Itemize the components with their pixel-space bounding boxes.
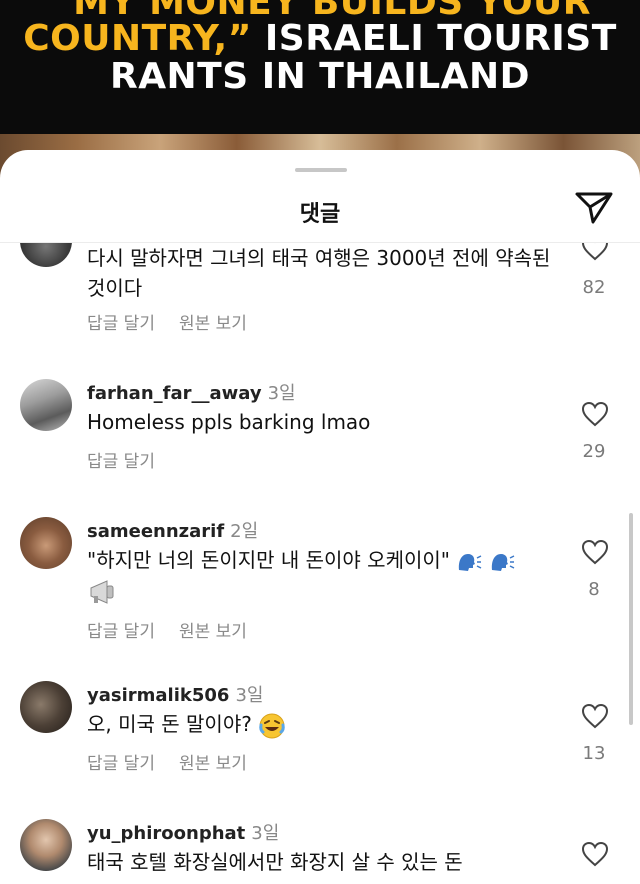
- video-headline-line2: COUNTRY,” ISRAELI TOURIST: [0, 18, 640, 59]
- comment-text: 태국 호텔 화장실에서만 화장지 살 수 있는 돈: [87, 850, 463, 874]
- drag-handle[interactable]: [295, 168, 347, 172]
- video-headline-line3: RANTS IN THAILAND: [109, 56, 531, 97]
- comment-actions: 답글 달기 원본 보기: [87, 309, 247, 334]
- comment-meta: sameennzarif 2일: [87, 517, 258, 543]
- avatar[interactable]: [20, 243, 72, 267]
- see-original-button[interactable]: 원본 보기: [179, 622, 247, 642]
- reply-button[interactable]: 답글 달기: [87, 754, 155, 774]
- comment-actions: 답글 달기: [87, 447, 155, 472]
- comment-time: 3일: [235, 685, 264, 706]
- avatar[interactable]: [20, 379, 72, 431]
- speaking-head-emoji-icon: [491, 553, 515, 571]
- megaphone-emoji-icon: [90, 579, 114, 604]
- paper-plane-icon[interactable]: [572, 188, 616, 228]
- sheet-title: 댓글: [299, 202, 341, 227]
- see-original-button[interactable]: 원본 보기: [179, 754, 247, 774]
- heart-icon[interactable]: [581, 539, 609, 565]
- comments-list[interactable]: 다시 말하자면 그녀의 태국 여행은 3000년 전에 약속된 것이다 답글 달…: [0, 243, 640, 884]
- reply-button[interactable]: 답글 달기: [87, 452, 155, 472]
- heart-icon[interactable]: [581, 401, 609, 427]
- comment-time: 3일: [267, 383, 296, 404]
- comment-text: "하지만 너의 돈이지만 내 돈이야 오케이이": [87, 545, 557, 606]
- comment-time: 2일: [230, 521, 259, 542]
- username-link[interactable]: sameennzarif: [87, 521, 224, 542]
- laughing-tears-emoji-icon: [259, 713, 285, 738]
- heart-icon[interactable]: [581, 703, 609, 729]
- reply-button[interactable]: 답글 달기: [87, 622, 155, 642]
- like-count: 29: [582, 441, 606, 462]
- username-link[interactable]: farhan_far__away: [87, 383, 262, 404]
- username-link[interactable]: yu_phiroonphat: [87, 823, 245, 844]
- see-original-button[interactable]: 원본 보기: [179, 314, 247, 334]
- like-count: 13: [582, 743, 606, 764]
- comment-meta: farhan_far__away 3일: [87, 379, 296, 405]
- comment-meta: yu_phiroonphat 3일: [87, 819, 279, 845]
- like-count: 8: [588, 579, 600, 600]
- comment-text: 오, 미국 돈 말이야?: [87, 709, 557, 740]
- comment-time: 3일: [251, 823, 280, 844]
- video-headline-highlight: COUNTRY,”: [23, 18, 252, 59]
- comments-sheet: 댓글 다시 말하자면 그녀의 태국 여행은 3000년 전에 약속된 것이다 답…: [0, 150, 640, 884]
- comment-text-content: "하지만 너의 돈이지만 내 돈이야 오케이이": [87, 548, 450, 572]
- speaking-head-emoji-icon: [459, 553, 482, 571]
- comment-text: 다시 말하자면 그녀의 태국 여행은 3000년 전에 약속된 것이다: [87, 246, 551, 300]
- heart-icon[interactable]: [581, 243, 609, 261]
- comment-actions: 답글 달기 원본 보기: [87, 749, 247, 774]
- heart-icon[interactable]: [581, 841, 609, 867]
- avatar[interactable]: [20, 681, 72, 733]
- like-count: 82: [582, 277, 606, 298]
- reply-button[interactable]: 답글 달기: [87, 314, 155, 334]
- avatar[interactable]: [20, 517, 72, 569]
- avatar[interactable]: [20, 819, 72, 871]
- comment-text: Homeless ppls barking lmao: [87, 410, 371, 434]
- comment-meta: yasirmalik506 3일: [87, 681, 263, 707]
- comment-actions: 답글 달기 원본 보기: [87, 617, 247, 642]
- comment-text-content: 오, 미국 돈 말이야?: [87, 712, 252, 736]
- username-link[interactable]: yasirmalik506: [87, 685, 229, 706]
- scrollbar[interactable]: [629, 513, 633, 725]
- video-headline-rest: ISRAELI TOURIST: [251, 18, 617, 59]
